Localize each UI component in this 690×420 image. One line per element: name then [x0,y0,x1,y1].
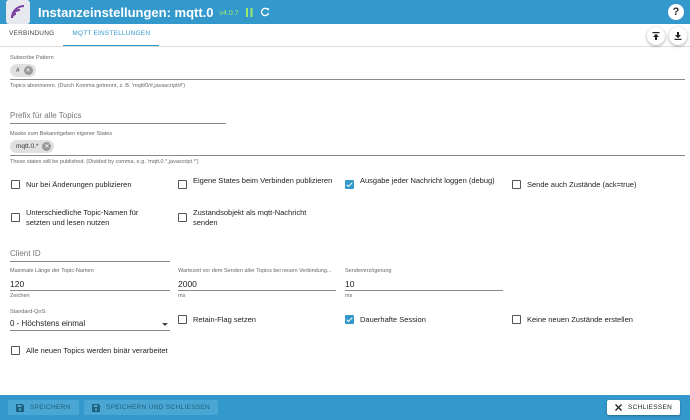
checkbox-publish-own-states[interactable] [178,180,187,189]
wait-time-unit: ms [178,293,186,299]
mask-label: Maske zum Bekanntgeben eigener States [10,131,113,137]
checkbox-state-object-label: Zustandsobjekt als mqtt-Nachricht senden [193,208,307,227]
download-icon [674,32,682,40]
checkbox-retain-flag-label: Retain-Flag setzen [193,315,256,324]
close-icon [615,404,622,411]
max-topic-length-value[interactable]: 120 [10,279,24,289]
checkbox-different-topic-names-label: Unterschiedliche Topic-Namen für setzten… [26,208,139,227]
checkbox-debug-log[interactable] [345,180,354,189]
prefix-input[interactable] [10,123,226,124]
checkbox-send-ack[interactable] [512,180,521,189]
checkbox-retain-flag[interactable] [178,315,187,324]
checkbox-no-new-states-label: Keine neuen Zustände erstellen [527,315,633,324]
subscribe-pattern-help: Topics abonnieren. (Durch Komma getrennt… [10,83,186,89]
chip-label: # [16,67,20,74]
save-icon [92,403,100,412]
download-settings-button[interactable] [669,27,687,45]
client-id-placeholder[interactable]: Client ID [10,249,41,258]
close-button[interactable]: SCHLIESSEN [607,400,681,415]
checkbox-binary-topics-label: Alle neuen Topics werden binär verarbeit… [26,346,168,355]
qos-select-value[interactable]: 0 - Höchstens einmal [10,319,85,328]
save-and-close-button-label: SPEICHERN UND SCHLIESSEN [106,404,210,411]
checkbox-state-object[interactable] [178,213,187,222]
chip-label: mqtt.0.* [16,143,39,150]
send-delay-unit: ms [345,293,353,299]
max-topic-length-input[interactable] [10,290,170,291]
checkbox-send-ack-label: Sende auch Zustände (ack=true) [527,180,637,189]
wait-time-label: Wartezeit vor dem Senden aller Topics be… [178,268,332,274]
subscribe-pattern-label: Subscribe Pattern [10,55,54,61]
reload-icon[interactable] [260,7,270,17]
checkbox-persistent-session[interactable] [345,315,354,324]
help-icon: ? [672,6,680,18]
title-bar: Instanzeinstellungen: mqtt.0 v4.0.7 ? [0,0,690,24]
send-delay-input[interactable] [345,290,503,291]
max-topic-length-unit: Zeichen [10,293,30,299]
qos-select[interactable] [10,330,170,331]
save-and-close-button[interactable]: SPEICHERN UND SCHLIESSEN [84,400,218,415]
save-button[interactable]: SPEICHERN [8,400,79,415]
checkbox-binary-topics[interactable] [11,346,20,355]
checkbox-debug-log-label: Ausgabe jeder Nachricht loggen (debug) [360,176,495,185]
tab-mqtt-settings[interactable]: MQTT Einstellungen [63,24,160,47]
version-badge: v4.0.7 [219,10,239,17]
wait-time-input[interactable] [178,290,336,291]
checkbox-publish-own-states-label: Eigene States beim Verbinden publizieren [193,176,333,185]
mask-help: These states will be published. (Divided… [10,159,199,165]
footer-bar: SPEICHERN SPEICHERN UND SCHLIESSEN SCHLI… [0,395,690,420]
qos-label: Standard-QoS: [10,309,47,315]
chevron-down-icon[interactable] [162,323,168,326]
mask-chip[interactable]: mqtt.0.* ✕ [10,140,55,153]
page-title: Instanzeinstellungen: mqtt.0 [38,4,214,20]
close-button-label: SCHLIESSEN [628,404,673,411]
checkbox-only-changes-label: Nur bei Änderungen publizieren [26,180,132,189]
chip-remove-icon[interactable]: ✕ [23,66,33,75]
checkbox-persistent-session-label: Dauerhafte Session [360,315,426,324]
mask-input[interactable] [10,155,685,156]
send-delay-label: Sendeverzögerung [345,268,392,274]
pause-icon[interactable] [245,7,253,17]
client-id-input[interactable] [10,261,170,262]
upload-icon [652,32,660,40]
checkbox-different-topic-names[interactable] [11,213,20,222]
subscribe-pattern-chip[interactable]: # ✕ [10,64,36,77]
mqtt-logo-icon [6,0,30,24]
checkbox-only-changes[interactable] [11,180,20,189]
checkbox-no-new-states[interactable] [512,315,521,324]
chip-remove-icon[interactable]: ✕ [42,142,52,151]
help-button[interactable]: ? [668,4,684,20]
save-icon [16,403,24,412]
send-delay-value[interactable]: 10 [345,279,354,289]
tab-verbindung[interactable]: Verbindung [0,24,63,46]
max-topic-length-label: Maximale Länge der Topic-Namen [10,268,94,274]
tab-bar: Verbindung MQTT Einstellungen [0,24,690,47]
subscribe-pattern-input[interactable] [10,79,685,80]
upload-settings-button[interactable] [647,27,665,45]
save-button-label: SPEICHERN [30,404,71,411]
wait-time-value[interactable]: 2000 [178,279,197,289]
tab-divider [0,46,690,47]
prefix-input-placeholder[interactable]: Prefix für alle Topics [10,111,81,120]
